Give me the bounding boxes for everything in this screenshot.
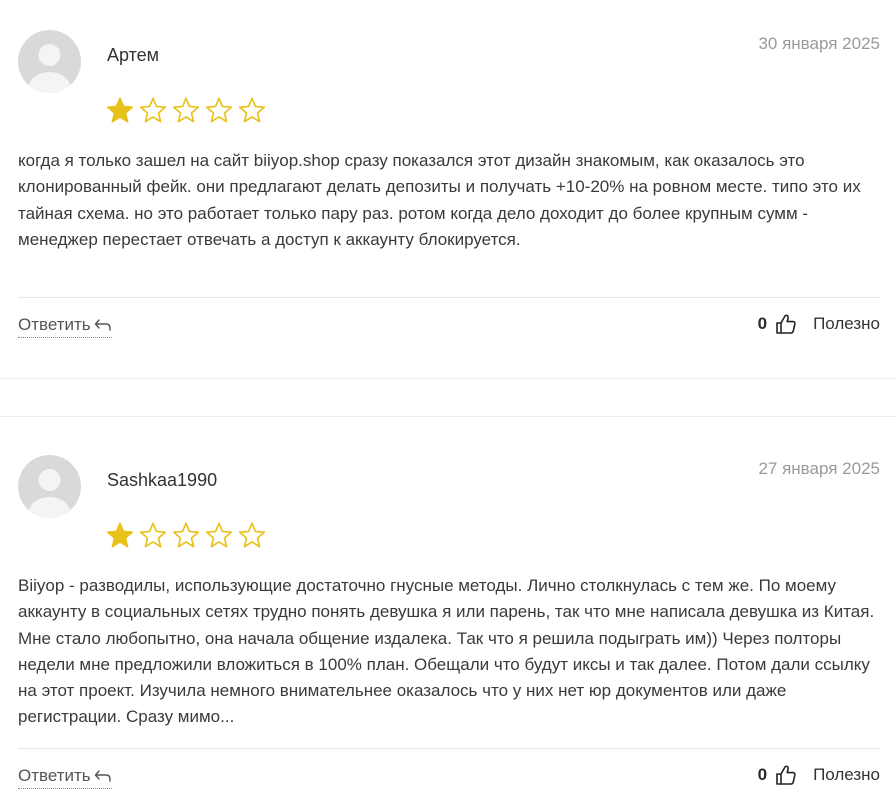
reply-label: Ответить	[18, 315, 91, 334]
review-author: Sashkaa1990	[107, 470, 218, 490]
star-empty-icon	[138, 521, 168, 551]
review-text: Biiyop - разводилы, использующие достато…	[18, 576, 875, 727]
star-filled-icon	[105, 521, 135, 551]
user-silhouette-icon	[28, 469, 71, 518]
divider	[18, 297, 880, 298]
useful-count: 0	[757, 314, 768, 333]
review-text: когда я только зашел на сайт biiyop.shop…	[18, 151, 861, 249]
thumbs-up-icon[interactable]	[775, 313, 797, 335]
review-date: 27 января 2025	[758, 459, 880, 478]
star-filled-icon	[105, 96, 135, 126]
review-date: 30 января 2025	[758, 34, 880, 53]
reply-arrow-icon	[94, 319, 111, 331]
rating-stars	[105, 96, 267, 126]
useful-label: Полезно	[813, 765, 880, 784]
useful-block: 0 Полезно	[758, 313, 880, 335]
useful-block: 0 Полезно	[758, 764, 880, 786]
useful-label: Полезно	[813, 314, 880, 333]
avatar	[18, 30, 81, 93]
review-author: Артем	[107, 45, 160, 65]
reply-arrow-icon	[94, 770, 111, 782]
thumbs-up-icon[interactable]	[775, 764, 797, 786]
reply-button[interactable]: Ответить	[18, 315, 112, 338]
useful-count: 0	[757, 765, 768, 784]
user-silhouette-icon	[28, 44, 71, 93]
star-empty-icon	[138, 96, 168, 126]
review-separator	[0, 378, 896, 417]
divider	[18, 748, 880, 749]
star-empty-icon	[237, 96, 267, 126]
star-empty-icon	[204, 521, 234, 551]
star-empty-icon	[171, 521, 201, 551]
reply-button[interactable]: Ответить	[18, 766, 112, 789]
reply-label: Ответить	[18, 766, 91, 785]
star-empty-icon	[171, 96, 201, 126]
star-empty-icon	[237, 521, 267, 551]
rating-stars	[105, 521, 267, 551]
avatar	[18, 455, 81, 518]
star-empty-icon	[204, 96, 234, 126]
